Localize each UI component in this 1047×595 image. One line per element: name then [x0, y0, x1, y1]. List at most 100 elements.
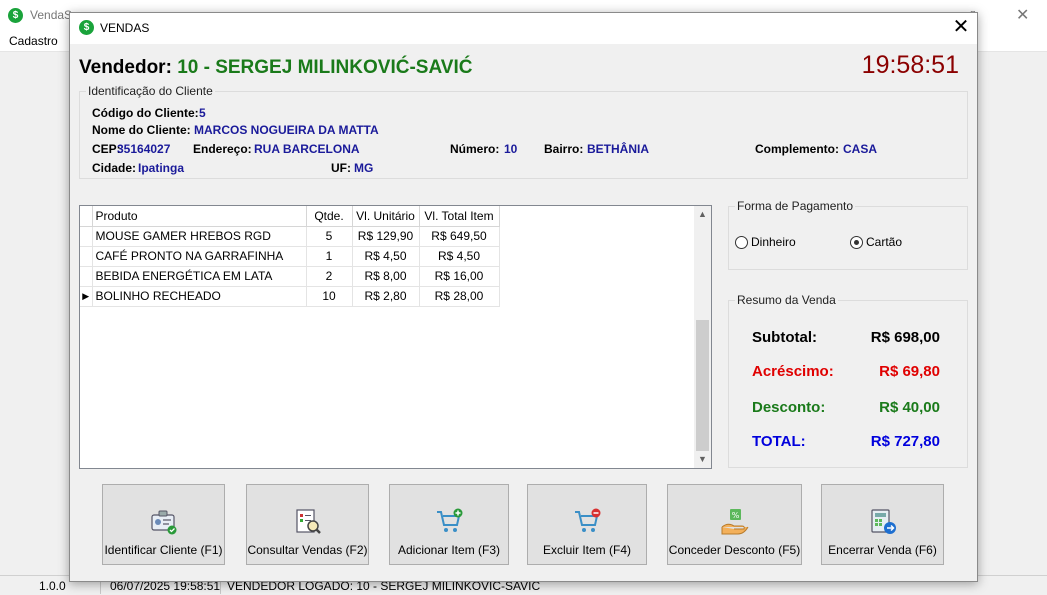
radio-cartao-label: Cartão: [866, 235, 903, 249]
conceder-desconto-label: Conceder Desconto (F5): [668, 543, 801, 557]
consultar-vendas-label: Consultar Vendas (F2): [247, 543, 368, 557]
vendedor-value: 10 - SERGEJ MILINKOVIĆ-SAVIĆ: [177, 57, 473, 78]
svg-text:%: %: [731, 511, 739, 520]
app-dollar-icon: $: [8, 8, 23, 23]
cell-qtde[interactable]: 5: [306, 226, 353, 247]
endereco-label: Endereço:: [193, 142, 252, 156]
items-grid[interactable]: Produto Qtde. Vl. Unitário Vl. Total Ite…: [79, 205, 712, 469]
cell-produto[interactable]: CAFÉ PRONTO NA GARRAFINHA: [92, 246, 307, 267]
radio-cartao[interactable]: Cartão: [850, 235, 902, 249]
cell-produto[interactable]: BOLINHO RECHEADO: [92, 286, 307, 307]
table-row[interactable]: MOUSE GAMER HREBOS RGD 5 R$ 129,90 R$ 64…: [80, 226, 500, 247]
row-indicator: [80, 246, 93, 267]
adicionar-item-label: Adicionar Item (F3): [397, 543, 501, 557]
numero-label: Número:: [450, 142, 500, 156]
cidade-value: Ipatinga: [138, 161, 185, 175]
table-row[interactable]: BEBIDA ENERGÉTICA EM LATA 2 R$ 8,00 R$ 1…: [80, 266, 500, 287]
cliente-group: Identificação do Cliente Código do Clien…: [79, 84, 968, 179]
radio-dinheiro[interactable]: Dinheiro: [735, 235, 796, 249]
col-qtde[interactable]: Qtde.: [306, 206, 353, 227]
identificar-cliente-button[interactable]: Identificar Cliente (F1): [102, 484, 225, 565]
nome-value: MARCOS NOGUEIRA DA MATTA: [194, 123, 379, 137]
clock: 19:58:51: [861, 51, 959, 79]
grid-vertical-scrollbar[interactable]: ▲ ▼: [694, 206, 711, 468]
bairro-label: Bairro:: [544, 142, 584, 156]
close-icon[interactable]: ✕: [1016, 5, 1029, 25]
current-row-arrow-icon: ▶: [80, 286, 93, 307]
complemento-label: Complemento:: [755, 142, 839, 156]
adicionar-item-button[interactable]: Adicionar Item (F3): [389, 484, 509, 565]
table-row[interactable]: CAFÉ PRONTO NA GARRAFINHA 1 R$ 4,50 R$ 4…: [80, 246, 500, 267]
pagamento-group: Forma de Pagamento Dinheiro Cartão: [728, 199, 968, 270]
finish-sale-icon: [870, 509, 896, 534]
cep-value: 35164027: [117, 142, 171, 156]
scroll-thumb[interactable]: [696, 320, 709, 451]
complemento-value: CASA: [843, 142, 878, 156]
conceder-desconto-button[interactable]: % Conceder Desconto (F5): [667, 484, 802, 565]
grid-header-row: Produto Qtde. Vl. Unitário Vl. Total Ite…: [80, 206, 500, 227]
codigo-value: 5: [199, 106, 206, 120]
cell-vl-unitario[interactable]: R$ 4,50: [352, 246, 420, 267]
subtotal-value: R$ 698,00: [870, 329, 940, 346]
row-indicator: [80, 266, 93, 287]
encerrar-venda-button[interactable]: Encerrar Venda (F6): [821, 484, 944, 565]
row-header-cell: [80, 206, 93, 227]
menu-item-cadastro[interactable]: Cadastro: [9, 34, 58, 48]
cell-qtde[interactable]: 10: [306, 286, 353, 307]
subtotal-label: Subtotal:: [752, 329, 817, 346]
dialog-close-button[interactable]: ✕: [945, 13, 977, 44]
resumo-group-title: Resumo da Venda: [735, 293, 838, 307]
cell-qtde[interactable]: 2: [306, 266, 353, 287]
vendas-dialog: $ VENDAS ✕ Vendedor: 10 - SERGEJ MILINKO…: [69, 12, 978, 582]
cell-vl-total[interactable]: R$ 28,00: [419, 286, 500, 307]
desconto-label: Desconto:: [752, 399, 826, 416]
discount-hand-icon: %: [721, 509, 748, 535]
desconto-value: R$ 40,00: [879, 399, 940, 416]
row-indicator: [80, 226, 93, 247]
radio-cartao-circle[interactable]: [850, 235, 863, 249]
cidade-label: Cidade:: [92, 161, 137, 175]
nome-label: Nome do Cliente:: [92, 123, 191, 137]
radio-dinheiro-label: Dinheiro: [751, 235, 796, 249]
endereco-value: RUA BARCELONA: [254, 142, 360, 156]
identificar-cliente-label: Identificar Cliente (F1): [104, 543, 223, 557]
excluir-item-label: Excluir Item (F4): [542, 543, 631, 557]
cart-add-icon: [437, 508, 463, 532]
scroll-down-icon[interactable]: ▼: [694, 451, 711, 468]
codigo-label: Código do Cliente:: [92, 106, 199, 120]
total-value: R$ 727,80: [870, 433, 940, 450]
consultar-vendas-button[interactable]: Consultar Vendas (F2): [246, 484, 369, 565]
cell-vl-total[interactable]: R$ 649,50: [419, 226, 500, 247]
cell-vl-unitario[interactable]: R$ 129,90: [352, 226, 420, 247]
col-vl-total[interactable]: Vl. Total Item: [419, 206, 500, 227]
acrescimo-value: R$ 69,80: [879, 363, 940, 380]
uf-value: MG: [354, 161, 374, 175]
id-card-icon: [150, 510, 176, 535]
excluir-item-button[interactable]: Excluir Item (F4): [527, 484, 647, 565]
total-label: TOTAL:: [752, 433, 806, 450]
cell-vl-total[interactable]: R$ 4,50: [419, 246, 500, 267]
encerrar-venda-label: Encerrar Venda (F6): [828, 543, 937, 557]
cell-qtde[interactable]: 1: [306, 246, 353, 267]
search-document-icon: [295, 509, 321, 534]
uf-label: UF:: [331, 161, 351, 175]
cart-remove-icon: [575, 508, 601, 532]
dialog-title: VENDAS: [100, 21, 150, 35]
cell-vl-unitario[interactable]: R$ 8,00: [352, 266, 420, 287]
col-produto[interactable]: Produto: [92, 206, 307, 227]
dialog-title-bar: $ VENDAS ✕: [70, 13, 977, 44]
vendedor-heading: Vendedor: 10 - SERGEJ MILINKOVIĆ-SAVIĆ: [79, 57, 472, 79]
cell-vl-unitario[interactable]: R$ 2,80: [352, 286, 420, 307]
cell-produto[interactable]: BEBIDA ENERGÉTICA EM LATA: [92, 266, 307, 287]
bairro-value: BETHÂNIA: [587, 142, 649, 156]
cliente-group-title: Identificação do Cliente: [86, 84, 215, 98]
pagamento-group-title: Forma de Pagamento: [735, 199, 856, 213]
scroll-up-icon[interactable]: ▲: [694, 206, 711, 223]
col-vl-unitario[interactable]: Vl. Unitário: [352, 206, 420, 227]
radio-dinheiro-circle[interactable]: [735, 235, 748, 249]
cell-produto[interactable]: MOUSE GAMER HREBOS RGD: [92, 226, 307, 247]
cell-vl-total[interactable]: R$ 16,00: [419, 266, 500, 287]
table-row[interactable]: ▶ BOLINHO RECHEADO 10 R$ 2,80 R$ 28,00: [80, 286, 500, 307]
numero-value: 10: [504, 142, 518, 156]
status-version: 1.0.0: [39, 579, 66, 593]
